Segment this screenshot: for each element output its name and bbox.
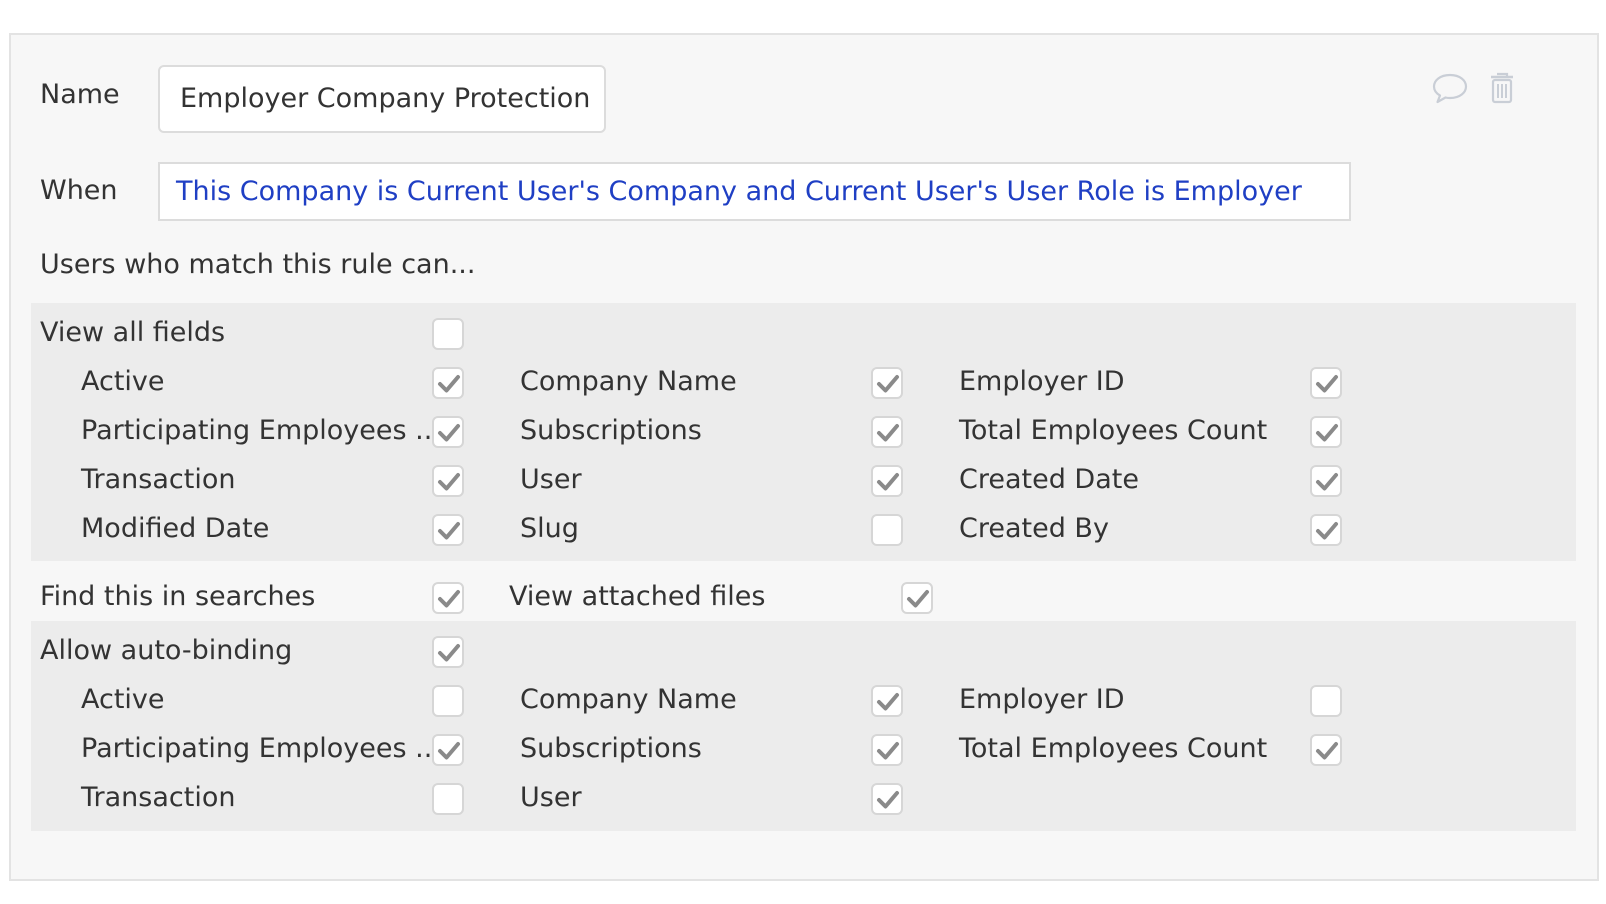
when-label: When [40,175,118,206]
auto-field-label-transaction: Transaction [81,782,236,813]
auto-field-label-subscriptions: Subscriptions [520,733,702,764]
checkmark-icon [877,742,899,760]
view-field-label-transaction: Transaction [81,464,236,495]
checkmark-icon [438,424,460,442]
comment-icon[interactable] [1431,69,1469,107]
allow-auto-binding-checkbox[interactable] [432,636,464,668]
checkmark-icon [877,375,899,393]
checkmark-icon [877,693,899,711]
view-field-label-slug: Slug [520,513,579,544]
view-field-label-employer-id: Employer ID [959,366,1125,397]
view-field-checkbox-slug[interactable] [871,514,903,546]
checkmark-icon [438,375,460,393]
view-field-label-created-date: Created Date [959,464,1139,495]
rule-name-field[interactable]: Employer Company Protection [158,65,606,133]
allow-auto-binding-label: Allow auto-binding [40,635,293,666]
view-field-checkbox-modified-date[interactable] [432,514,464,546]
view-field-checkbox-transaction[interactable] [432,465,464,497]
auto-field-label-user: User [520,782,582,813]
view-attached-files-label: View attached files [509,581,766,612]
checkmark-icon [1316,424,1338,442]
view-field-checkbox-created-date[interactable] [1310,465,1342,497]
view-field-checkbox-employer-id[interactable] [1310,367,1342,399]
view-field-checkbox-participating-employees[interactable] [432,416,464,448]
auto-field-checkbox-user[interactable] [871,783,903,815]
view-field-label-created-by: Created By [959,513,1109,544]
auto-field-checkbox-active[interactable] [432,685,464,717]
auto-field-checkbox-participating-employees[interactable] [432,734,464,766]
view-attached-files-checkbox[interactable] [901,582,933,614]
view-field-checkbox-active[interactable] [432,367,464,399]
view-field-label-company-name: Company Name [520,366,737,397]
checkmark-icon [1316,375,1338,393]
name-label: Name [40,79,120,110]
view-field-label-subscriptions: Subscriptions [520,415,702,446]
auto-field-label-total-employees-count: Total Employees Count [959,733,1268,764]
view-all-fields-label: View all fields [40,317,226,348]
view-field-checkbox-subscriptions[interactable] [871,416,903,448]
rule-intro-text: Users who match this rule can... [40,249,476,280]
view-field-checkbox-total-employees-count[interactable] [1310,416,1342,448]
auto-field-checkbox-company-name[interactable] [871,685,903,717]
view-field-label-participating-employees: Participating Employees ... [81,415,441,446]
auto-field-checkbox-transaction[interactable] [432,783,464,815]
view-field-checkbox-company-name[interactable] [871,367,903,399]
auto-field-checkbox-subscriptions[interactable] [871,734,903,766]
view-field-label-user: User [520,464,582,495]
view-field-label-active: Active [81,366,165,397]
checkmark-icon [877,791,899,809]
view-all-fields-checkbox[interactable] [432,318,464,350]
view-field-label-total-employees-count: Total Employees Count [959,415,1268,446]
auto-field-label-employer-id: Employer ID [959,684,1125,715]
checkmark-icon [438,522,460,540]
condition-expression[interactable]: This Company is Current User's Company a… [158,162,1351,221]
checkmark-icon [1316,473,1338,491]
find-in-searches-label: Find this in searches [40,581,316,612]
checkmark-icon [438,742,460,760]
find-in-searches-checkbox[interactable] [432,582,464,614]
auto-field-checkbox-total-employees-count[interactable] [1310,734,1342,766]
checkmark-icon [1316,522,1338,540]
checkmark-icon [1316,742,1338,760]
checkmark-icon [877,473,899,491]
auto-field-label-active: Active [81,684,165,715]
auto-field-label-company-name: Company Name [520,684,737,715]
view-field-checkbox-user[interactable] [871,465,903,497]
auto-field-checkbox-employer-id[interactable] [1310,685,1342,717]
checkmark-icon [877,424,899,442]
trash-icon[interactable] [1483,69,1521,107]
view-field-label-modified-date: Modified Date [81,513,270,544]
view-field-checkbox-created-by[interactable] [1310,514,1342,546]
checkmark-icon [438,473,460,491]
auto-field-label-participating-employees: Participating Employees ... [81,733,441,764]
privacy-rule-panel: Name Employer Company Protection When Th… [9,33,1599,881]
